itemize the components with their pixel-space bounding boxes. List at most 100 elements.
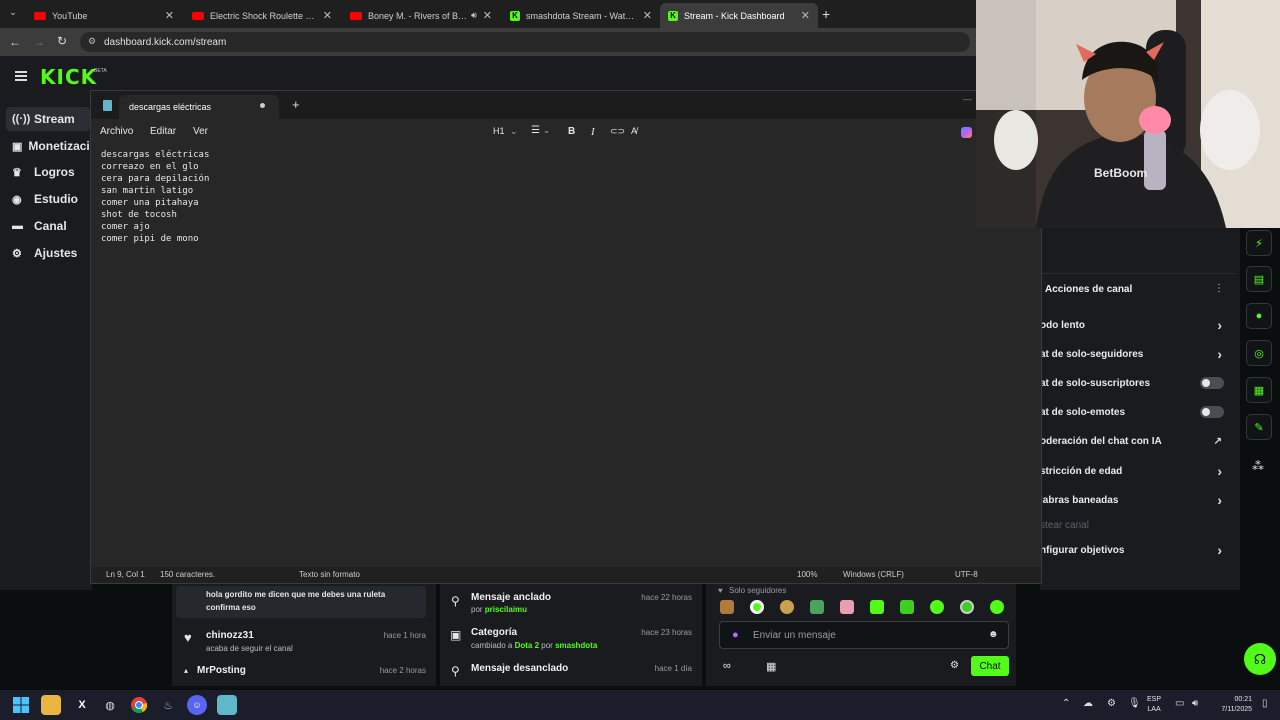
emote-icon[interactable] [930, 600, 944, 614]
capcut-icon[interactable]: X [72, 695, 92, 715]
store-icon[interactable]: ▦ [766, 660, 776, 673]
help-button[interactable]: ☊ [1244, 643, 1276, 675]
chrome-icon[interactable] [129, 695, 149, 715]
discord-icon[interactable]: ☺ [187, 695, 207, 715]
tab-list-button[interactable]: ⌄ [6, 7, 20, 21]
sidebar-item-estudio[interactable]: ◉ Estudio [6, 187, 90, 211]
file-explorer-icon[interactable] [41, 695, 61, 715]
menu-archivo[interactable]: Archivo [100, 126, 133, 137]
network-icon[interactable]: ▭ [1175, 698, 1184, 709]
browser-tab-electric-shock[interactable]: Electric Shock Roulette Game fo ✕ [184, 3, 340, 28]
speaker-icon[interactable]: 🔊︎ [471, 10, 477, 21]
forward-icon[interactable]: → [33, 35, 45, 49]
emote-icon[interactable] [870, 600, 884, 614]
channel-actions-menu-icon[interactable]: ⋮ [1214, 283, 1224, 294]
chevron-up-icon[interactable]: ⌃ [1062, 698, 1070, 709]
menu-ver[interactable]: Ver [193, 126, 208, 137]
emoji-icon[interactable]: ☻ [988, 629, 999, 640]
close-tab-icon[interactable]: ✕ [643, 9, 652, 22]
close-tab-icon[interactable]: ✕ [801, 9, 810, 22]
emote-icon[interactable] [990, 600, 1004, 614]
notes-icon[interactable]: ▤ [1246, 266, 1272, 292]
activity-user[interactable]: MrPosting [197, 665, 246, 676]
layout-icon[interactable]: ▦ [1246, 377, 1272, 403]
list-icon[interactable]: ☰ ⌄ [531, 125, 550, 136]
hamburger-menu-icon[interactable] [15, 71, 27, 81]
notepad-text-area[interactable]: descargas eléctricas correazo en el glo ce… [101, 149, 209, 245]
send-chat-button[interactable]: Chat [971, 656, 1009, 676]
unsaved-dot-icon[interactable] [260, 103, 265, 108]
address-bar[interactable]: ⚙ dashboard.kick.com/stream [80, 32, 970, 52]
onedrive-icon[interactable]: ☁ [1083, 698, 1093, 709]
sidebar-item-ajustes[interactable]: ⚙ Ajustes [6, 241, 90, 265]
emote-icon[interactable] [780, 600, 794, 614]
link-icon[interactable]: ⊂⊃ [610, 126, 625, 137]
text-format[interactable]: Texto sin formato [299, 570, 360, 579]
broadcast-icon[interactable]: ◎ [1246, 340, 1272, 366]
notepad-new-tab-button[interactable]: + [292, 97, 300, 112]
close-tab-icon[interactable]: ✕ [165, 9, 174, 22]
clock[interactable]: 00:21 7/11/2025 [1210, 695, 1252, 715]
chat-bubble-icon[interactable]: ● [1246, 303, 1272, 329]
line-ending[interactable]: Windows (CRLF) [843, 570, 904, 579]
sidebar-item-stream[interactable]: ((·)) Stream [6, 107, 90, 131]
chat-settings-icon[interactable]: ⚙ [950, 660, 959, 671]
close-tab-icon[interactable]: ✕ [483, 9, 492, 22]
action-palabras-baneadas[interactable]: labras baneadas › [1040, 488, 1236, 512]
language-indicator[interactable]: ESP LAA [1147, 695, 1161, 715]
points-icon[interactable]: ∞ [723, 660, 731, 672]
lightning-icon[interactable]: ⚡︎ [1246, 230, 1272, 256]
solo-emotes-toggle[interactable] [1200, 406, 1224, 418]
action-configurar-objetivos[interactable]: nfigurar objetivos › [1040, 538, 1236, 562]
action-solo-suscriptores[interactable]: at de solo-suscriptores [1040, 371, 1236, 395]
microphone-icon[interactable]: ● [732, 629, 739, 641]
volume-icon[interactable]: 🔊︎ [1192, 698, 1198, 709]
italic-icon[interactable]: I [591, 126, 595, 138]
microphone-tray-icon[interactable]: 🎙︎ [1128, 698, 1141, 709]
solo-suscriptores-toggle[interactable] [1200, 377, 1224, 389]
emote-icon[interactable] [960, 600, 974, 614]
browser-tab-kick-dashboard[interactable]: K Stream - Kick Dashboard ✕ [660, 3, 818, 28]
bold-icon[interactable]: B [568, 126, 575, 137]
wrench-icon[interactable]: ✎ [1246, 414, 1272, 440]
sidebar-item-monetizacion[interactable]: ▣ Monetización [6, 134, 90, 158]
browser-tab-smashdota[interactable]: K smashdota Stream - Watch Live ✕ [502, 3, 660, 28]
copilot-icon[interactable] [961, 127, 972, 138]
menu-editar[interactable]: Editar [150, 126, 176, 137]
minimize-icon[interactable]: — [963, 94, 972, 104]
emote-icon[interactable] [720, 600, 734, 614]
emote-icon[interactable] [750, 600, 764, 614]
action-solo-emotes[interactable]: at de solo-emotes [1040, 400, 1236, 424]
new-tab-button[interactable]: + [822, 6, 830, 22]
obs-icon[interactable]: ◍ [100, 695, 120, 715]
zoom-level[interactable]: 100% [797, 570, 817, 579]
back-icon[interactable]: ← [9, 35, 21, 49]
browser-tab-youtube[interactable]: YouTube ✕ [26, 3, 182, 28]
windows-start-icon[interactable] [11, 695, 31, 715]
emote-icon[interactable] [810, 600, 824, 614]
action-modo-lento[interactable]: odo lento › [1040, 313, 1236, 337]
action-solo-seguidores[interactable]: at de solo-seguidores › [1040, 342, 1236, 366]
encoding[interactable]: UTF-8 [955, 570, 978, 579]
heading-select[interactable]: H1 ⌄ [493, 126, 518, 137]
clear-format-icon[interactable]: A̸ [631, 126, 637, 136]
sidebar-item-canal[interactable]: ▬ Canal [6, 214, 90, 238]
action-moderacion-ia[interactable]: oderación del chat con IA ↗ [1040, 429, 1236, 453]
notepad-taskbar-icon[interactable] [217, 695, 237, 715]
site-info-icon[interactable]: ⚙ [88, 36, 96, 47]
action-restriccion-edad[interactable]: stricción de edad › [1040, 459, 1236, 483]
reload-icon[interactable]: ↻ [57, 34, 67, 48]
emote-icon[interactable] [840, 600, 854, 614]
notifications-icon[interactable]: ▯ [1262, 698, 1268, 709]
chat-message-input[interactable]: ● Enviar un mensaje ☻ [719, 621, 1009, 649]
steam-icon[interactable]: ♨ [158, 695, 178, 715]
settings-tray-icon[interactable]: ⚙ [1107, 698, 1116, 709]
browser-tab-boney-m[interactable]: Boney M. - Rivers of Babylon 🔊︎ ✕ [342, 3, 500, 28]
kick-logo[interactable]: KICK [40, 65, 97, 89]
sidebar-item-logros[interactable]: ♛ Logros [6, 160, 90, 184]
emote-icon[interactable] [900, 600, 914, 614]
activity-user[interactable]: chinozz31 [206, 630, 254, 641]
notepad-tab[interactable]: descargas eléctricas [119, 95, 279, 119]
close-tab-icon[interactable]: ✕ [323, 9, 332, 22]
connections-icon[interactable]: ⁂ [1252, 459, 1264, 473]
